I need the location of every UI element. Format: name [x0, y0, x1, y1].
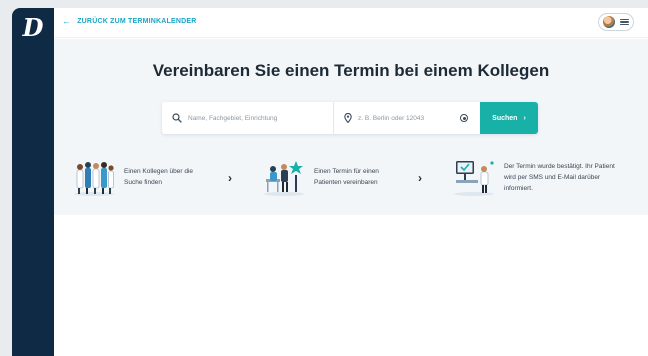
confirmation-illustration [454, 161, 494, 196]
top-bar: ← ZURÜCK ZUM TERMINKALENDER [54, 8, 648, 38]
search-icon [172, 113, 182, 123]
step-1-text-line-2: Suche finden [124, 179, 162, 186]
location-search-field[interactable]: z. B. Berlin oder 12043 [334, 102, 480, 134]
how-it-works-steps: Einen Kollegen über die Suche finden › E… [54, 157, 648, 201]
locate-me-icon[interactable] [460, 114, 468, 122]
arrow-left-icon: ← [62, 16, 72, 26]
step-3-text-line-3: informiert. [504, 184, 533, 192]
step-2-text-line-2: Patienten vereinbaren [314, 179, 378, 186]
step-1-text-line-1: Einen Kollegen über die [124, 168, 194, 175]
back-link-label: ZURÜCK ZUM TERMINKALENDER [77, 18, 197, 25]
location-search-placeholder: z. B. Berlin oder 12043 [358, 114, 425, 122]
name-search-placeholder: Name, Fachgebiet, Einrichtung [188, 114, 278, 122]
step-2-text-line-1: Einen Termin für einen [314, 168, 379, 175]
step-find-colleague: Einen Kollegen über die Suche finden [72, 157, 193, 197]
app-window: D ← ZURÜCK ZUM TERMINKALENDER Vereinbare… [12, 8, 648, 356]
appointment-illustration [264, 161, 304, 196]
doctors-group-illustration [74, 162, 114, 196]
name-search-field[interactable]: Name, Fachgebiet, Einrichtung [162, 102, 334, 134]
user-menu-button[interactable] [598, 13, 634, 31]
step-3-text-line-2: wird per SMS und E-Mail darüber [504, 173, 601, 181]
step-book-appointment: Einen Termin für einen Patienten vereinb… [262, 157, 379, 197]
chevron-right-icon: › [228, 171, 232, 185]
sidebar: D [12, 8, 54, 356]
back-to-calendar-link[interactable]: ← ZURÜCK ZUM TERMINKALENDER [62, 17, 197, 26]
menu-icon [620, 18, 629, 26]
step-3-text-line-1: Der Termin wurde bestätigt. Ihr Patient [504, 162, 615, 170]
chevron-right-icon: › [523, 114, 526, 122]
search-hero: Vereinbaren Sie einen Termin bei einem K… [54, 39, 648, 215]
location-pin-icon [344, 113, 352, 123]
search-button-label: Suchen [492, 114, 518, 122]
search-bar: Name, Fachgebiet, Einrichtung z. B. Berl… [162, 102, 538, 134]
app-logo[interactable]: D [21, 14, 45, 42]
chevron-right-icon: › [418, 171, 422, 185]
search-button[interactable]: Suchen › [480, 102, 538, 134]
step-confirmation: Der Termin wurde bestätigt. Ihr Patient … [452, 157, 615, 197]
page-title: Vereinbaren Sie einen Termin bei einem K… [152, 61, 550, 80]
avatar [603, 16, 615, 28]
